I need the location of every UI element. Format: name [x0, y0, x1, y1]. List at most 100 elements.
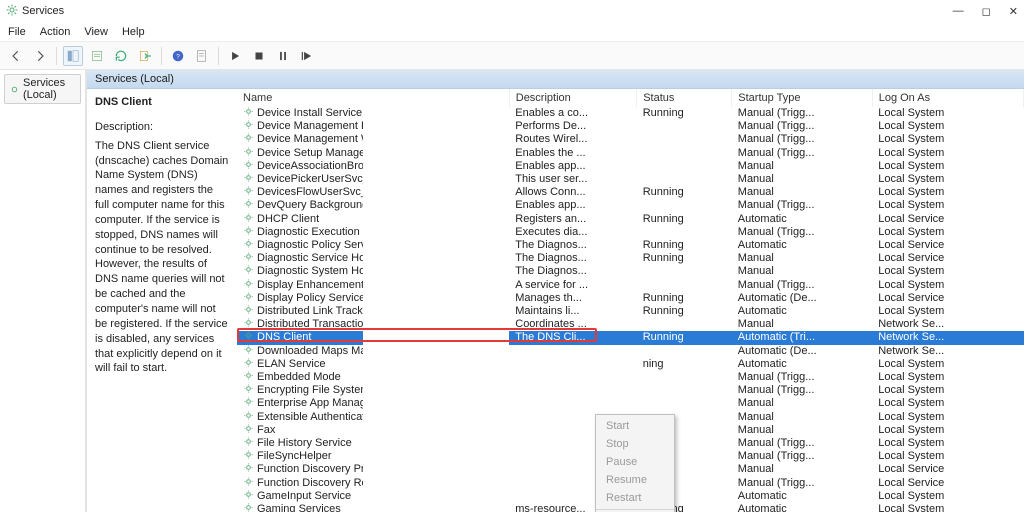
col-startup[interactable]: Startup Type: [732, 89, 872, 107]
menu-view[interactable]: View: [84, 26, 108, 38]
table-row[interactable]: Embedded ModeManual (Trigg...Local Syste…: [237, 371, 1024, 384]
table-row[interactable]: Display Enhancement ServiceA service for…: [237, 279, 1024, 292]
service-startup: Automatic: [732, 239, 872, 252]
table-row[interactable]: ELAN ServiceningAutomaticLocal System: [237, 358, 1024, 371]
menu-help[interactable]: Help: [122, 26, 145, 38]
service-logon: Local System: [872, 160, 1023, 173]
table-row[interactable]: Display Policy ServiceManages th...Runni…: [237, 292, 1024, 305]
service-icon: [243, 186, 254, 199]
service-logon: Local System: [872, 490, 1023, 503]
service-grid[interactable]: Name Description Status Startup Type Log…: [237, 89, 1024, 512]
table-row[interactable]: Device Install ServiceEnables a co...Run…: [237, 107, 1024, 120]
table-row[interactable]: Diagnostic Policy ServiceThe Diagnos...R…: [237, 239, 1024, 252]
table-row[interactable]: Distributed Link Tracking Cli...Maintain…: [237, 305, 1024, 318]
service-startup: Manual (Trigg...: [732, 133, 872, 146]
properties-button[interactable]: [87, 46, 107, 66]
help-topics-button[interactable]: [192, 46, 212, 66]
service-status: [637, 160, 732, 173]
stop-service-button[interactable]: [249, 46, 269, 66]
table-row[interactable]: DevQuery Background Disc...Enables app..…: [237, 199, 1024, 212]
table-row[interactable]: Downloaded Maps ManAutomatic (De...Netwo…: [237, 345, 1024, 358]
service-name: Diagnostic Service Host: [257, 252, 363, 265]
service-startup: Manual (Trigg...: [732, 120, 872, 133]
service-startup: Manual: [732, 463, 872, 476]
minimize-button[interactable]: —: [953, 5, 964, 18]
service-desc: A service for ...: [509, 279, 636, 292]
table-row[interactable]: DeviceAssociationBrokerSvc...Enables app…: [237, 160, 1024, 173]
window-title: Services: [22, 5, 64, 17]
service-startup: Manual: [732, 411, 872, 424]
service-desc: Registers an...: [509, 213, 636, 226]
table-row[interactable]: DevicesFlowUserSvc_5ce8fAllows Conn...Ru…: [237, 186, 1024, 199]
service-startup: Automatic (De...: [732, 292, 872, 305]
col-name[interactable]: Name: [237, 89, 509, 107]
service-status: Running: [637, 239, 732, 252]
service-startup: Manual: [732, 424, 872, 437]
service-logon: Local Service: [872, 463, 1023, 476]
table-row[interactable]: DevicePickerUserSvc_5ce8fThis user ser..…: [237, 173, 1024, 186]
service-status: Running: [637, 305, 732, 318]
col-description[interactable]: Description: [509, 89, 636, 107]
table-row[interactable]: Diagnostic Execution ServiceExecutes dia…: [237, 226, 1024, 239]
service-startup: Automatic: [732, 305, 872, 318]
menu-file[interactable]: File: [8, 26, 26, 38]
service-startup: Automatic: [732, 358, 872, 371]
back-button[interactable]: [6, 46, 26, 66]
service-desc: Enables app...: [509, 160, 636, 173]
service-name: Device Management Wireles...: [257, 133, 363, 146]
pause-service-button[interactable]: [273, 46, 293, 66]
col-status[interactable]: Status: [637, 89, 732, 107]
service-logon: Local System: [872, 437, 1023, 450]
service-name: Distributed Transaction Coor...: [257, 318, 363, 331]
service-icon: [243, 437, 254, 450]
service-name: GameInput Service: [257, 490, 351, 503]
service-icon: [243, 160, 254, 173]
table-row[interactable]: Distributed Transaction Coor...Coordinat…: [237, 318, 1024, 331]
menu-action[interactable]: Action: [40, 26, 71, 38]
export-button[interactable]: [135, 46, 155, 66]
nav-services-local[interactable]: Services (Local): [4, 74, 81, 104]
table-row[interactable]: Diagnostic System HostThe Diagnos...Manu…: [237, 265, 1024, 278]
table-row[interactable]: Device Management Enroll...Performs De..…: [237, 120, 1024, 133]
table-row[interactable]: Diagnostic Service HostThe Diagnos...Run…: [237, 252, 1024, 265]
table-row[interactable]: DNS ClientThe DNS Cli...RunningAutomatic…: [237, 331, 1024, 344]
service-icon: [243, 279, 254, 292]
refresh-button[interactable]: [111, 46, 131, 66]
service-icon: [243, 107, 254, 120]
help-button[interactable]: ?: [168, 46, 188, 66]
service-icon: [243, 239, 254, 252]
service-logon: Local Service: [872, 292, 1023, 305]
table-row[interactable]: Device Setup ManagerEnables the ...Manua…: [237, 147, 1024, 160]
service-logon: Local System: [872, 411, 1023, 424]
table-row[interactable]: Encrypting File System (Manual (Trigg...…: [237, 384, 1024, 397]
service-startup: Manual: [732, 160, 872, 173]
service-icon: [243, 477, 254, 490]
service-icon: [243, 292, 254, 305]
service-desc: Enables a co...: [509, 107, 636, 120]
service-name: Diagnostic Execution Service: [257, 226, 363, 239]
show-hide-tree-button[interactable]: [63, 46, 83, 66]
service-icon: [243, 345, 254, 358]
table-row[interactable]: Enterprise App ManageManualLocal System: [237, 397, 1024, 410]
service-desc: [509, 397, 636, 410]
table-row[interactable]: Device Management Wireles...Routes Wirel…: [237, 133, 1024, 146]
maximize-button[interactable]: ◻: [982, 5, 991, 18]
service-icon: [243, 331, 254, 344]
service-status: [637, 397, 732, 410]
close-button[interactable]: ✕: [1009, 5, 1018, 18]
service-name: Downloaded Maps Man: [257, 345, 363, 358]
service-startup: Manual (Trigg...: [732, 107, 872, 120]
start-service-button[interactable]: [225, 46, 245, 66]
service-logon: Local System: [872, 120, 1023, 133]
forward-button[interactable]: [30, 46, 50, 66]
table-row[interactable]: DHCP ClientRegisters an...RunningAutomat…: [237, 213, 1024, 226]
service-name: Function Discovery Resc: [257, 477, 363, 490]
restart-service-button[interactable]: [297, 46, 317, 66]
app-icon: [6, 4, 18, 19]
service-logon: Local System: [872, 503, 1023, 512]
content-header-label: Services (Local): [95, 73, 174, 85]
service-startup: Automatic: [732, 490, 872, 503]
service-desc: [509, 384, 636, 397]
service-logon: Local System: [872, 450, 1023, 463]
col-logon[interactable]: Log On As: [872, 89, 1023, 107]
